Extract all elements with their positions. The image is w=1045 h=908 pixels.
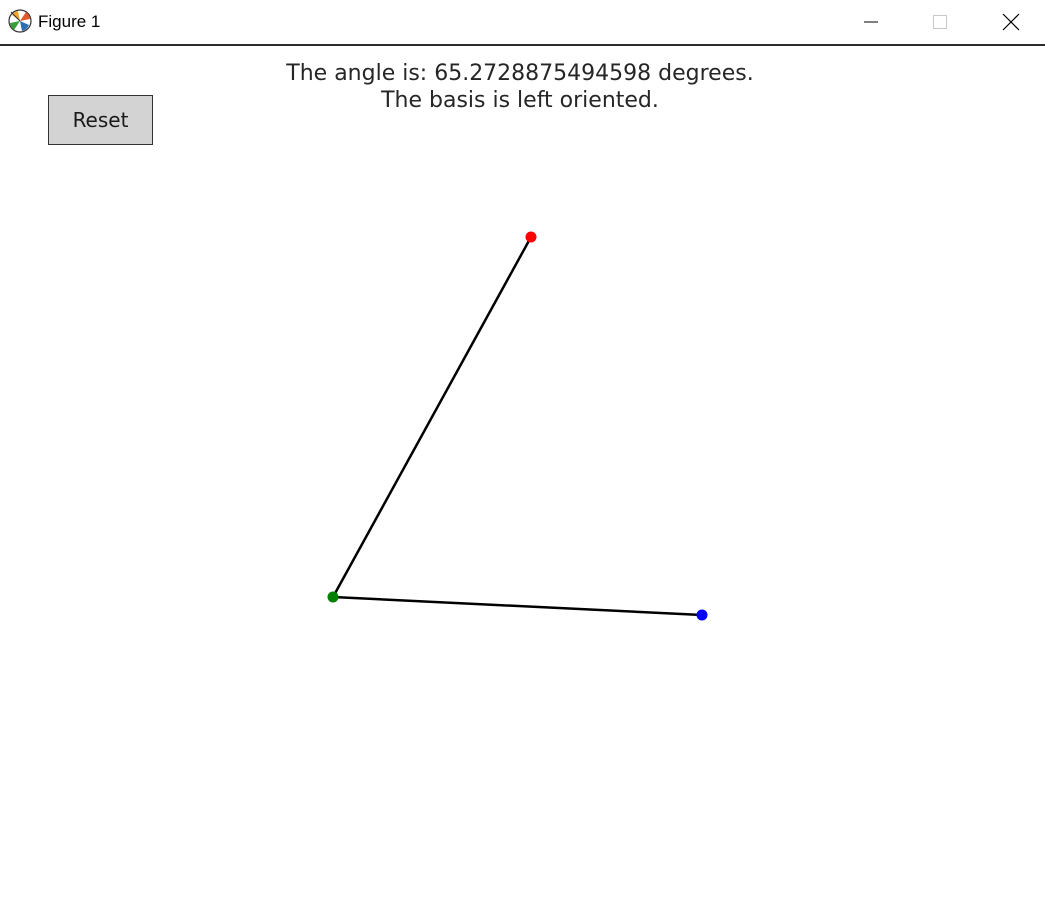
origin-point-green[interactable] [327,591,339,603]
figure-canvas[interactable]: The angle is: 65.2728875494598 degrees. … [0,46,1045,908]
title-bar[interactable]: Figure 1 [0,0,1045,46]
vector-plot [327,231,708,621]
matplotlib-app-icon [8,9,32,33]
close-button[interactable] [978,0,1044,44]
minimize-button[interactable] [838,0,904,44]
window-title: Figure 1 [38,12,101,31]
figure-window: Figure 1 The angle is: 65.2728875494598 … [0,0,1045,908]
maximize-icon [933,15,947,29]
red-point[interactable] [525,231,537,243]
close-icon [1002,13,1020,31]
maximize-button[interactable] [907,0,973,44]
blue-point[interactable] [696,609,708,621]
minimize-icon [864,21,878,23]
line-to-red-point [331,236,533,598]
line-to-blue-point [332,595,703,617]
